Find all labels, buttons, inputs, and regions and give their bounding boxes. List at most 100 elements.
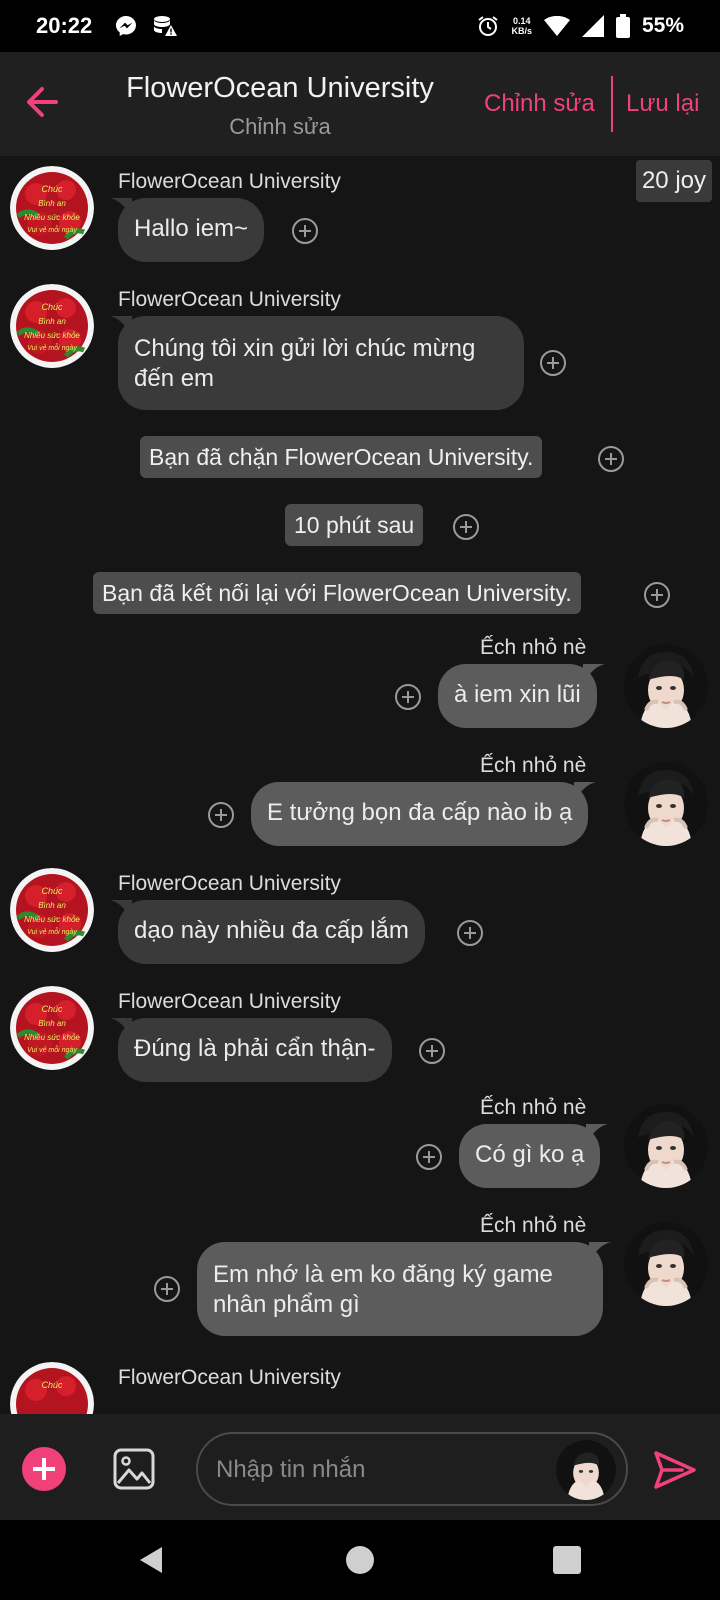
svg-text:Vui vẻ mỗi ngày: Vui vẻ mỗi ngày — [27, 927, 77, 936]
avatar-ech-nho-ne[interactable] — [624, 1222, 708, 1306]
status-right: 0.14 KB/s 55% — [477, 14, 684, 38]
sender-name: Ếch nhỏ nè — [480, 1096, 587, 1119]
system-message: Bạn đã chặn FlowerOcean University. — [140, 436, 543, 478]
react-plus-icon[interactable] — [416, 1144, 442, 1170]
message-input-field[interactable] — [216, 1452, 546, 1488]
send-icon[interactable] — [652, 1447, 698, 1493]
message-text: Hallo iem~ — [134, 215, 249, 242]
message-bubble[interactable]: Chúng tôi xin gửi lời chúc mừng đến em — [110, 316, 524, 410]
message-text: dạo này nhiều đa cấp lắm — [134, 917, 409, 944]
data-warning-icon — [154, 16, 178, 36]
message-bubble[interactable]: Hallo iem~ — [110, 198, 265, 262]
message-bubble[interactable]: E tưởng bọn đa cấp nào ib ạ — [251, 782, 597, 846]
react-plus-icon[interactable] — [644, 582, 670, 608]
message-input[interactable] — [196, 1432, 628, 1506]
net-speed-value: 0.14 — [512, 16, 531, 26]
sticker-avatar-icon[interactable] — [556, 1440, 616, 1500]
nav-recents-icon[interactable] — [553, 1546, 581, 1574]
message-text-line: Em nhớ là em ko đăng ký game — [213, 1261, 553, 1288]
battery-percent: 55% — [641, 14, 684, 37]
message-text: E tưởng bọn đa cấp nào ib ạ — [267, 799, 573, 826]
message-text: Có gì ko ạ — [475, 1141, 585, 1168]
message-text-line: nhân phẩm gì — [213, 1291, 360, 1318]
message-bubble[interactable]: dạo này nhiều đa cấp lắm — [110, 900, 425, 964]
net-speed: 0.14 KB/s — [511, 16, 532, 36]
sender-name: FlowerOcean University — [118, 1366, 341, 1389]
react-plus-icon[interactable] — [540, 350, 566, 376]
message-text-line: đến em — [134, 365, 215, 392]
svg-text:Chúc: Chúc — [41, 302, 63, 312]
svg-text:Bình an: Bình an — [38, 1019, 66, 1028]
system-message: Bạn đã kết nối lại với FlowerOcean Unive… — [93, 572, 581, 614]
message-text: à iem xin lũi — [454, 681, 581, 708]
system-nav-bar — [0, 1520, 720, 1600]
react-plus-icon[interactable] — [419, 1038, 445, 1064]
status-notification-icons — [114, 14, 178, 38]
joy-badge: 20 joy — [635, 160, 712, 202]
avatar-floweroocean[interactable]: Chúc Bình an Nhiều sức khỏe Vui vẻ mỗi ngày — [10, 166, 94, 250]
avatar-floweroocean[interactable]: Chúc Bình an Nhiều sức khỏe Vui vẻ mỗi ngày — [10, 868, 94, 952]
chat-header: FlowerOcean University Chỉnh sửa Chỉnh s… — [0, 52, 720, 156]
avatar-ech-nho-ne[interactable] — [624, 762, 708, 846]
bubble-tail — [110, 900, 132, 922]
bubble-tail — [574, 782, 597, 804]
bubble-tail — [110, 198, 132, 220]
header-divider — [611, 76, 613, 132]
react-plus-icon[interactable] — [292, 218, 318, 244]
svg-text:Nhiều sức khỏe: Nhiều sức khỏe — [24, 1033, 80, 1042]
alarm-icon — [478, 16, 499, 36]
sender-name: FlowerOcean University — [118, 288, 341, 311]
react-plus-icon[interactable] — [453, 514, 479, 540]
sender-name: FlowerOcean University — [118, 990, 341, 1013]
message-bubble[interactable]: Đúng là phải cẩn thận- — [110, 1018, 392, 1082]
message-text-line: Chúng tôi xin gửi lời chúc mừng — [134, 335, 476, 362]
image-icon[interactable] — [112, 1447, 156, 1491]
message-bubble[interactable]: à iem xin lũi — [438, 664, 605, 728]
avatar-ech-nho-ne[interactable] — [624, 644, 708, 728]
avatar-floweroocean[interactable]: Chúc Bình an Nhiều sức khỏe Vui vẻ mỗi ngày — [10, 986, 94, 1070]
avatar-floweroocean[interactable]: Chúc — [10, 1362, 94, 1414]
save-button[interactable]: Lưu lại — [626, 90, 699, 118]
status-time: 20:22 — [36, 13, 93, 38]
react-plus-icon[interactable] — [154, 1276, 180, 1302]
composer-bar — [0, 1414, 720, 1520]
avatar-floweroocean[interactable]: Chúc Bình an Nhiều sức khỏe Vui vẻ mỗi ngày — [10, 284, 94, 368]
chat-title: FlowerOcean University — [126, 72, 434, 104]
nav-back-icon[interactable] — [138, 1545, 164, 1575]
react-plus-icon[interactable] — [457, 920, 483, 946]
svg-text:Bình an: Bình an — [38, 199, 66, 208]
svg-text:Nhiều sức khỏe: Nhiều sức khỏe — [24, 213, 80, 222]
svg-text:Bình an: Bình an — [38, 317, 66, 326]
sender-name: FlowerOcean University — [118, 872, 341, 895]
svg-text:Vui vẻ mỗi ngày: Vui vẻ mỗi ngày — [27, 343, 77, 352]
bubble-tail — [582, 664, 605, 686]
add-icon[interactable] — [22, 1447, 66, 1491]
signal-icon — [581, 15, 604, 37]
svg-text:Chúc: Chúc — [41, 184, 63, 194]
message-bubble[interactable]: Có gì ko ạ — [459, 1124, 609, 1188]
sender-name: Ếch nhỏ nè — [480, 1214, 587, 1237]
wifi-icon — [543, 16, 570, 36]
svg-text:Vui vẻ mỗi ngày: Vui vẻ mỗi ngày — [27, 225, 77, 234]
chat-messages[interactable]: 20 joy Chúc Bình an Nhiều sức khỏe Vui vẻ m… — [0, 156, 720, 1414]
bubble-tail — [586, 1124, 609, 1146]
bubble-tail — [110, 1018, 132, 1040]
system-message: 10 phút sau — [285, 504, 424, 546]
edit-button[interactable]: Chỉnh sửa — [484, 90, 595, 118]
bubble-tail — [589, 1242, 611, 1264]
svg-text:Chúc: Chúc — [41, 1380, 63, 1390]
nav-home-icon[interactable] — [346, 1546, 374, 1574]
svg-text:Vui vẻ mỗi ngày: Vui vẻ mỗi ngày — [27, 1045, 77, 1054]
react-plus-icon[interactable] — [208, 802, 234, 828]
svg-text:Chúc: Chúc — [41, 1004, 63, 1014]
sender-name: Ếch nhỏ nè — [480, 636, 587, 659]
react-plus-icon[interactable] — [395, 684, 421, 710]
message-text: Đúng là phải cẩn thận- — [134, 1035, 376, 1062]
back-arrow-icon[interactable] — [22, 82, 62, 122]
status-bar: 20:22 0.14 KB/s 55% — [0, 0, 720, 52]
message-bubble[interactable]: Em nhớ là em ko đăng ký game nhân phẩm g… — [197, 1242, 611, 1336]
react-plus-icon[interactable] — [598, 446, 624, 472]
net-speed-unit: KB/s — [511, 26, 532, 36]
bubble-tail — [110, 316, 132, 338]
avatar-ech-nho-ne[interactable] — [624, 1104, 708, 1188]
